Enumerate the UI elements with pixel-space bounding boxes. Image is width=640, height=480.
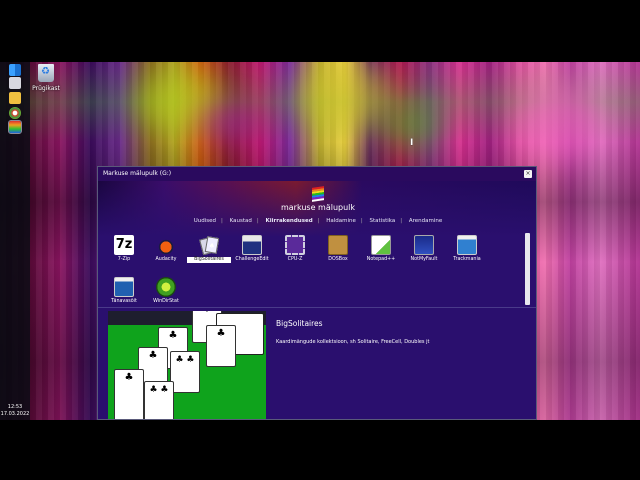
logo-icon <box>312 186 324 202</box>
window-title: Markuse mälupulk (G:) <box>103 170 172 177</box>
tanavasoit-icon <box>114 277 134 297</box>
app-title: markuse mälupulk <box>280 203 356 212</box>
app-label: WinDirStat <box>153 299 179 304</box>
app-label: BigSolitaires <box>187 257 231 263</box>
app-7zip[interactable]: 7z 7-Zip <box>102 235 146 263</box>
clock-time: 12:53 <box>7 404 23 410</box>
recycle-bin-label: Prügikast <box>32 85 60 92</box>
app-notmyfault[interactable]: NotMyFault <box>402 235 446 263</box>
app-grid-scrollbar[interactable] <box>525 233 530 305</box>
challengeedit-icon <box>242 235 262 255</box>
cards-icon: ♠ <box>199 235 219 255</box>
app-label: ChallengeEdit <box>235 257 269 262</box>
app-label: Trackmania <box>453 257 481 262</box>
card: ♣ ♣ <box>170 351 200 393</box>
app-label: NotMyFault <box>410 257 438 262</box>
tab-statistika[interactable]: Statistika <box>365 218 401 224</box>
tab-haldamine[interactable]: Haldamine <box>321 218 361 224</box>
app-notepadpp[interactable]: Notepad++ <box>359 235 403 263</box>
text-cursor-icon: Ι <box>410 138 414 148</box>
card: ♣ <box>206 325 236 367</box>
app-label: Tänavasõit <box>111 299 137 304</box>
trackmania-icon <box>457 235 477 255</box>
taskbar <box>0 62 30 420</box>
letterbox-top <box>0 0 640 62</box>
tab-kaustad[interactable]: Kaustad <box>225 218 257 224</box>
start-icon[interactable] <box>9 64 21 76</box>
7zip-icon: 7z <box>114 235 134 255</box>
tab-bar: Uudised | Kaustad | Kiirrakendused | Haldam… <box>98 218 536 224</box>
dosbox-icon <box>328 235 348 255</box>
card: ♣ ♣ <box>144 381 174 419</box>
app-label: CPU-Z <box>287 257 303 262</box>
notepad-icon <box>371 235 391 255</box>
mallupulk-taskbar-icon[interactable] <box>8 120 22 134</box>
audacity-icon <box>156 235 176 255</box>
tab-arendamine[interactable]: Arendamine <box>404 218 447 224</box>
cpu-icon <box>285 235 305 255</box>
window-titlebar[interactable]: Markuse mälupulk (G:) × <box>98 167 536 181</box>
app-label: DOSBox <box>328 257 348 262</box>
app-label: 7-Zip <box>117 257 131 262</box>
app-label: Audacity <box>155 257 177 262</box>
app-bigsolitaires[interactable]: ♠ BigSolitaires <box>187 235 231 263</box>
windirstat-icon <box>156 277 176 297</box>
recycle-bin-icon <box>38 64 54 82</box>
letterbox-bottom <box>0 420 640 480</box>
app-dosbox[interactable]: DOSBox <box>316 235 360 263</box>
app-grid: 7z 7-Zip Audacity ♠ BigSolitaires Challe… <box>106 233 522 305</box>
app-challengeedit[interactable]: ChallengeEdit <box>230 235 274 263</box>
app-tanavasoit[interactable]: Tänavasõit <box>102 277 146 305</box>
browser-icon[interactable] <box>9 107 21 119</box>
app-preview-image: ♣ ♣ ♣ ♣ ♣ ♣ ♣ ♣ ♣ <box>108 311 266 419</box>
scrollbar-thumb[interactable] <box>525 233 530 305</box>
files-icon[interactable] <box>9 92 21 104</box>
divider <box>98 307 536 308</box>
app-audacity[interactable]: Audacity <box>144 235 188 263</box>
app-trackmania[interactable]: Trackmania <box>445 235 489 263</box>
clock-date: 17.03.2022 <box>0 411 30 417</box>
detail-description: Kaardimängude kollektsioon, sh Solitaire… <box>276 339 430 345</box>
system-clock[interactable]: 12:53 17.03.2022 <box>0 404 30 418</box>
app-cpuz[interactable]: CPU-Z <box>273 235 317 263</box>
tab-uudised[interactable]: Uudised <box>189 218 221 224</box>
card: ♣ <box>114 369 144 419</box>
notmyfault-icon <box>414 235 434 255</box>
app-windirstat[interactable]: WinDirStat <box>144 277 188 305</box>
window-icon[interactable] <box>9 77 21 89</box>
detail-title: BigSolitaires <box>276 319 323 328</box>
close-button[interactable]: × <box>524 170 532 178</box>
recycle-bin[interactable]: Prügikast <box>32 64 60 92</box>
tab-kiirrakendused[interactable]: Kiirrakendused <box>261 218 318 224</box>
app-window: Markuse mälupulk (G:) × markuse mälupulk… <box>97 166 537 420</box>
app-label: Notepad++ <box>366 257 396 262</box>
